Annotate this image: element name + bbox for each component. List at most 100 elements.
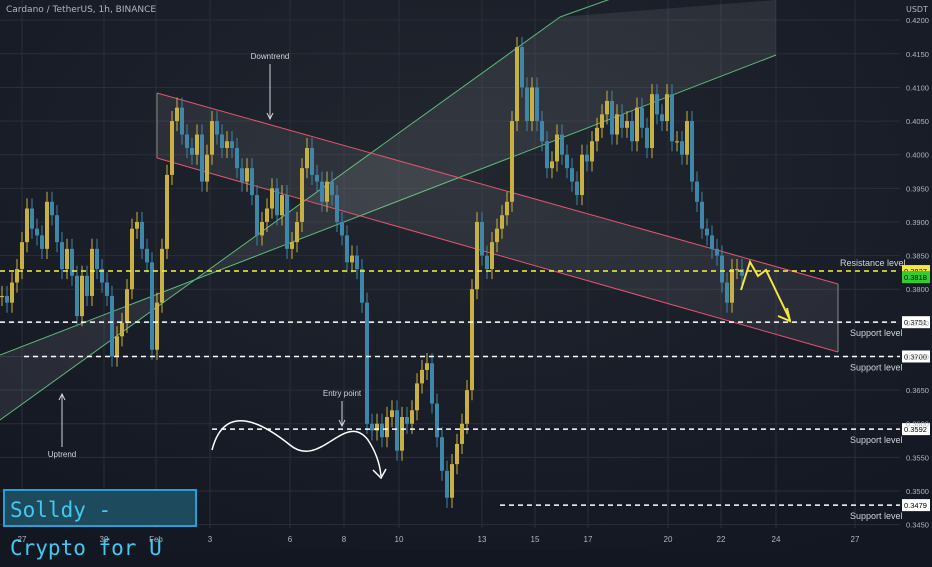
y-tick-label: 0.3850	[906, 252, 929, 261]
candle-body	[640, 107, 644, 128]
x-tick-label: 15	[531, 535, 540, 544]
candle-body	[460, 423, 464, 444]
candle-body	[180, 107, 184, 135]
candle-body	[520, 47, 524, 88]
candle-body	[25, 208, 29, 243]
candle-body	[360, 269, 364, 303]
candle-body	[315, 174, 319, 182]
candle-body	[175, 107, 179, 122]
candle-body	[515, 47, 519, 122]
candle-body	[445, 470, 449, 498]
y-tick-label: 0.4200	[906, 16, 929, 25]
chart-title: Cardano / TetherUS, 1h, BINANCE	[6, 5, 157, 15]
y-tick-label: 0.4100	[906, 83, 929, 92]
candle-body	[220, 134, 224, 148]
candle-body	[130, 228, 134, 290]
candle-body	[615, 114, 619, 135]
y-tick-label: 0.3450	[906, 521, 929, 530]
y-tick-label: 0.3900	[906, 218, 929, 227]
candle-body	[5, 295, 9, 303]
candle-body	[580, 154, 584, 196]
candle-body	[405, 417, 409, 424]
candle-body	[45, 201, 49, 249]
candle-body	[720, 255, 724, 283]
y-tick-label: 0.3500	[906, 487, 929, 496]
x-tick-label: 3	[208, 535, 213, 544]
candle-body	[80, 275, 84, 317]
brand-badge: Solldy - Crypto for U	[3, 489, 197, 560]
candle-body	[75, 275, 79, 317]
candle-body	[390, 410, 394, 418]
candle-body	[735, 269, 739, 271]
candle-body	[395, 410, 399, 451]
candle-body	[65, 248, 69, 270]
annotation-downtrend: Downtrend	[251, 52, 290, 61]
candle-body	[475, 221, 479, 290]
candle-body	[35, 228, 39, 236]
candle-body	[655, 94, 659, 115]
candle-body	[485, 255, 489, 270]
candle-body	[240, 168, 244, 182]
candle-body	[140, 221, 144, 249]
candle-body	[55, 215, 59, 243]
y-tick-label: 0.3650	[906, 386, 929, 395]
candle-body	[195, 134, 199, 155]
candle-body	[60, 242, 64, 270]
annotation-entry-point: Entry point	[323, 389, 362, 398]
candle-body	[420, 369, 424, 384]
candle-body	[680, 141, 684, 155]
x-tick-label: 27	[851, 535, 860, 544]
x-tick-label: 10	[395, 535, 404, 544]
x-tick-label: 6	[288, 535, 293, 544]
candle-body	[600, 114, 604, 128]
candle-body	[435, 403, 439, 438]
candle-body	[50, 201, 54, 216]
chart-area[interactable]: Resistance level0.3827Support level0.375…	[0, 0, 932, 550]
candle-body	[145, 248, 149, 263]
candle-body	[155, 302, 159, 350]
candle-body	[250, 168, 254, 196]
candle-body	[715, 248, 719, 256]
candle-body	[380, 423, 384, 438]
candle-body	[530, 87, 534, 122]
candle-body	[465, 390, 469, 424]
candle-body	[480, 221, 484, 256]
candle-body	[325, 181, 329, 202]
candle-body	[215, 121, 219, 135]
x-tick-label: 8	[342, 535, 347, 544]
annotation-uptrend: Uptrend	[48, 450, 76, 459]
candle-body	[40, 235, 44, 249]
candle-body	[695, 181, 699, 202]
currency-label: USDT	[906, 5, 928, 14]
candle-body	[335, 195, 339, 222]
candle-body	[505, 201, 509, 216]
x-tick-label: 24	[772, 535, 781, 544]
candle-body	[150, 262, 154, 350]
support-level-label: Support level	[850, 511, 903, 521]
candle-body	[345, 235, 349, 263]
candle-body	[500, 215, 504, 229]
candle-body	[410, 410, 414, 424]
candle-body	[90, 248, 94, 296]
candle-body	[170, 121, 174, 175]
candle-body	[365, 302, 369, 424]
x-tick-label: 13	[478, 535, 487, 544]
support-level-label: Support level	[850, 362, 903, 372]
candle-body	[20, 242, 24, 270]
candle-body	[95, 248, 99, 270]
candle-body	[310, 147, 314, 175]
candle-body	[610, 100, 614, 135]
candle-body	[540, 121, 544, 142]
candle-body	[30, 208, 34, 229]
candle-body	[625, 121, 629, 128]
candle-body	[575, 181, 579, 196]
candle-body	[305, 147, 309, 169]
candle-body	[160, 248, 164, 303]
candle-body	[125, 289, 129, 323]
chart-svg[interactable]: Resistance level0.3827Support level0.375…	[0, 0, 932, 550]
candle-body	[110, 295, 114, 357]
candle-body	[590, 141, 594, 162]
candle-body	[105, 282, 109, 296]
candle-body	[230, 141, 234, 148]
candle-body	[300, 168, 304, 222]
